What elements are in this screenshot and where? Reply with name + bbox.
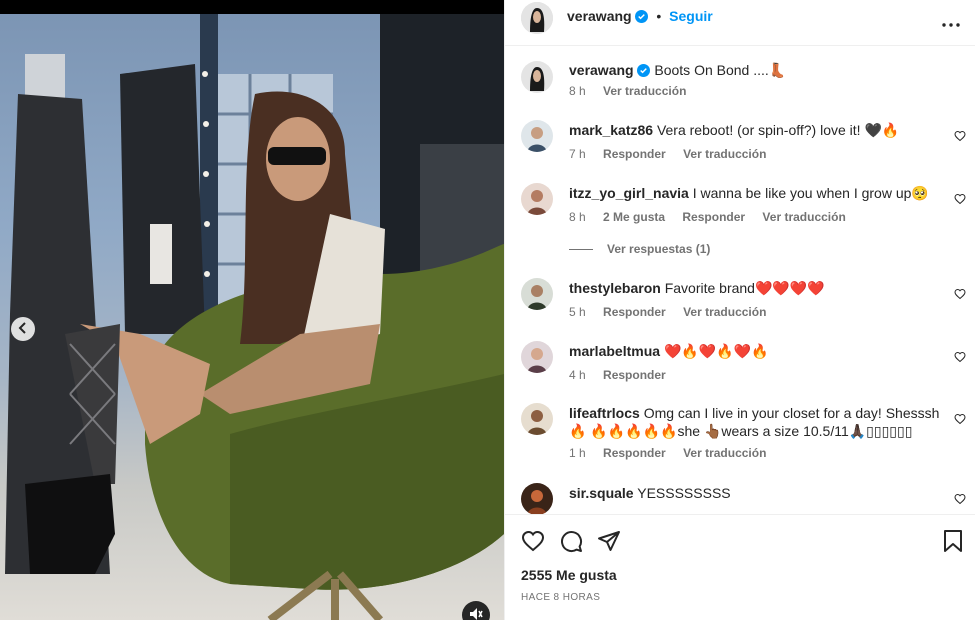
translate-link[interactable]: Ver traducción bbox=[683, 446, 766, 460]
avatar[interactable] bbox=[521, 61, 553, 93]
likes-count-link[interactable]: 2 Me gusta bbox=[603, 210, 665, 224]
comment-username[interactable]: thestylebaron bbox=[569, 280, 661, 296]
comment-time[interactable]: 4 h bbox=[569, 368, 586, 382]
avatar[interactable] bbox=[521, 403, 553, 435]
share-icon[interactable] bbox=[597, 529, 621, 556]
author-avatar[interactable] bbox=[521, 2, 553, 34]
author-username[interactable]: verawang bbox=[567, 8, 632, 24]
bookmark-icon[interactable] bbox=[943, 529, 963, 556]
media-top-bar bbox=[0, 0, 504, 14]
avatar[interactable] bbox=[521, 278, 553, 310]
post-actions: 2555 Me gusta HACE 8 HORAS bbox=[505, 514, 975, 620]
heart-icon[interactable] bbox=[954, 192, 966, 208]
translate-link[interactable]: Ver traducción bbox=[683, 305, 766, 319]
post-media[interactable] bbox=[0, 0, 504, 620]
reply-link[interactable]: Responder bbox=[603, 147, 666, 161]
avatar[interactable] bbox=[521, 341, 553, 373]
avatar[interactable] bbox=[521, 120, 553, 152]
comment-username[interactable]: sir.squale bbox=[569, 485, 634, 501]
comment-time[interactable]: 8 h bbox=[569, 84, 586, 98]
comments-list[interactable]: verawang Boots On Bond ....👢 8 h Ver tra… bbox=[505, 46, 975, 514]
verified-icon bbox=[637, 63, 651, 81]
previous-media-button[interactable] bbox=[11, 317, 35, 341]
translate-link[interactable]: Ver traducción bbox=[683, 147, 766, 161]
replies-divider bbox=[569, 249, 593, 251]
comment-username[interactable]: itzz_yo_girl_navia bbox=[569, 185, 689, 201]
caption-text: Boots On Bond ....👢 bbox=[654, 62, 787, 78]
comment-time[interactable]: 7 h bbox=[569, 147, 586, 161]
heart-icon[interactable] bbox=[954, 287, 966, 303]
comment-time[interactable]: 1 h bbox=[569, 446, 586, 460]
follow-button[interactable]: Seguir bbox=[669, 8, 713, 24]
more-icon bbox=[942, 14, 960, 30]
heart-icon[interactable] bbox=[954, 129, 966, 145]
view-replies-label: Ver respuestas (1) bbox=[607, 242, 711, 256]
heart-icon[interactable] bbox=[521, 529, 545, 556]
translate-link[interactable]: Ver traducción bbox=[762, 210, 845, 224]
chevron-left-icon bbox=[17, 321, 29, 337]
comment-text: Favorite brand❤️❤️❤️❤️ bbox=[664, 280, 825, 296]
post-panel: verawang • Seguir verawang Boots On Bond… bbox=[504, 0, 975, 620]
translate-link[interactable]: Ver traducción bbox=[603, 84, 686, 98]
more-options-button[interactable] bbox=[942, 14, 960, 30]
comment-text: I wanna be like you when I grow up🥺 bbox=[692, 185, 929, 201]
verified-icon bbox=[635, 10, 649, 26]
reply-link[interactable]: Responder bbox=[603, 446, 666, 460]
post-photo[interactable] bbox=[0, 14, 504, 620]
caption-username[interactable]: verawang bbox=[569, 62, 634, 78]
comment-time[interactable]: 5 h bbox=[569, 305, 586, 319]
avatar[interactable] bbox=[521, 483, 553, 514]
view-replies-button[interactable]: Ver respuestas (1) bbox=[569, 242, 710, 256]
reply-link[interactable]: Responder bbox=[682, 210, 745, 224]
reply-link[interactable]: Responder bbox=[603, 305, 666, 319]
comment-time[interactable]: 8 h bbox=[569, 210, 586, 224]
heart-icon[interactable] bbox=[954, 492, 966, 508]
comment-username[interactable]: marlabeltmua bbox=[569, 343, 660, 359]
heart-icon[interactable] bbox=[954, 412, 966, 428]
post-timestamp[interactable]: HACE 8 HORAS bbox=[521, 592, 600, 603]
likes-count[interactable]: 2555 Me gusta bbox=[521, 567, 617, 583]
mute-icon bbox=[469, 607, 483, 620]
post-header: verawang • Seguir bbox=[505, 0, 975, 46]
comment-username[interactable]: mark_katz86 bbox=[569, 122, 653, 138]
avatar[interactable] bbox=[521, 183, 553, 215]
comment-text: Vera reboot! (or spin-off?) love it! 🖤🔥 bbox=[656, 122, 900, 138]
comment-text: ❤️🔥❤️🔥❤️🔥 bbox=[663, 343, 769, 359]
comment-text: YESSSSSSSS bbox=[637, 485, 731, 501]
comment-icon[interactable] bbox=[559, 529, 583, 556]
heart-icon[interactable] bbox=[954, 350, 966, 366]
reply-link[interactable]: Responder bbox=[603, 368, 666, 382]
header-separator: • bbox=[656, 8, 662, 24]
comment-username[interactable]: lifeaftrlocs bbox=[569, 405, 640, 421]
